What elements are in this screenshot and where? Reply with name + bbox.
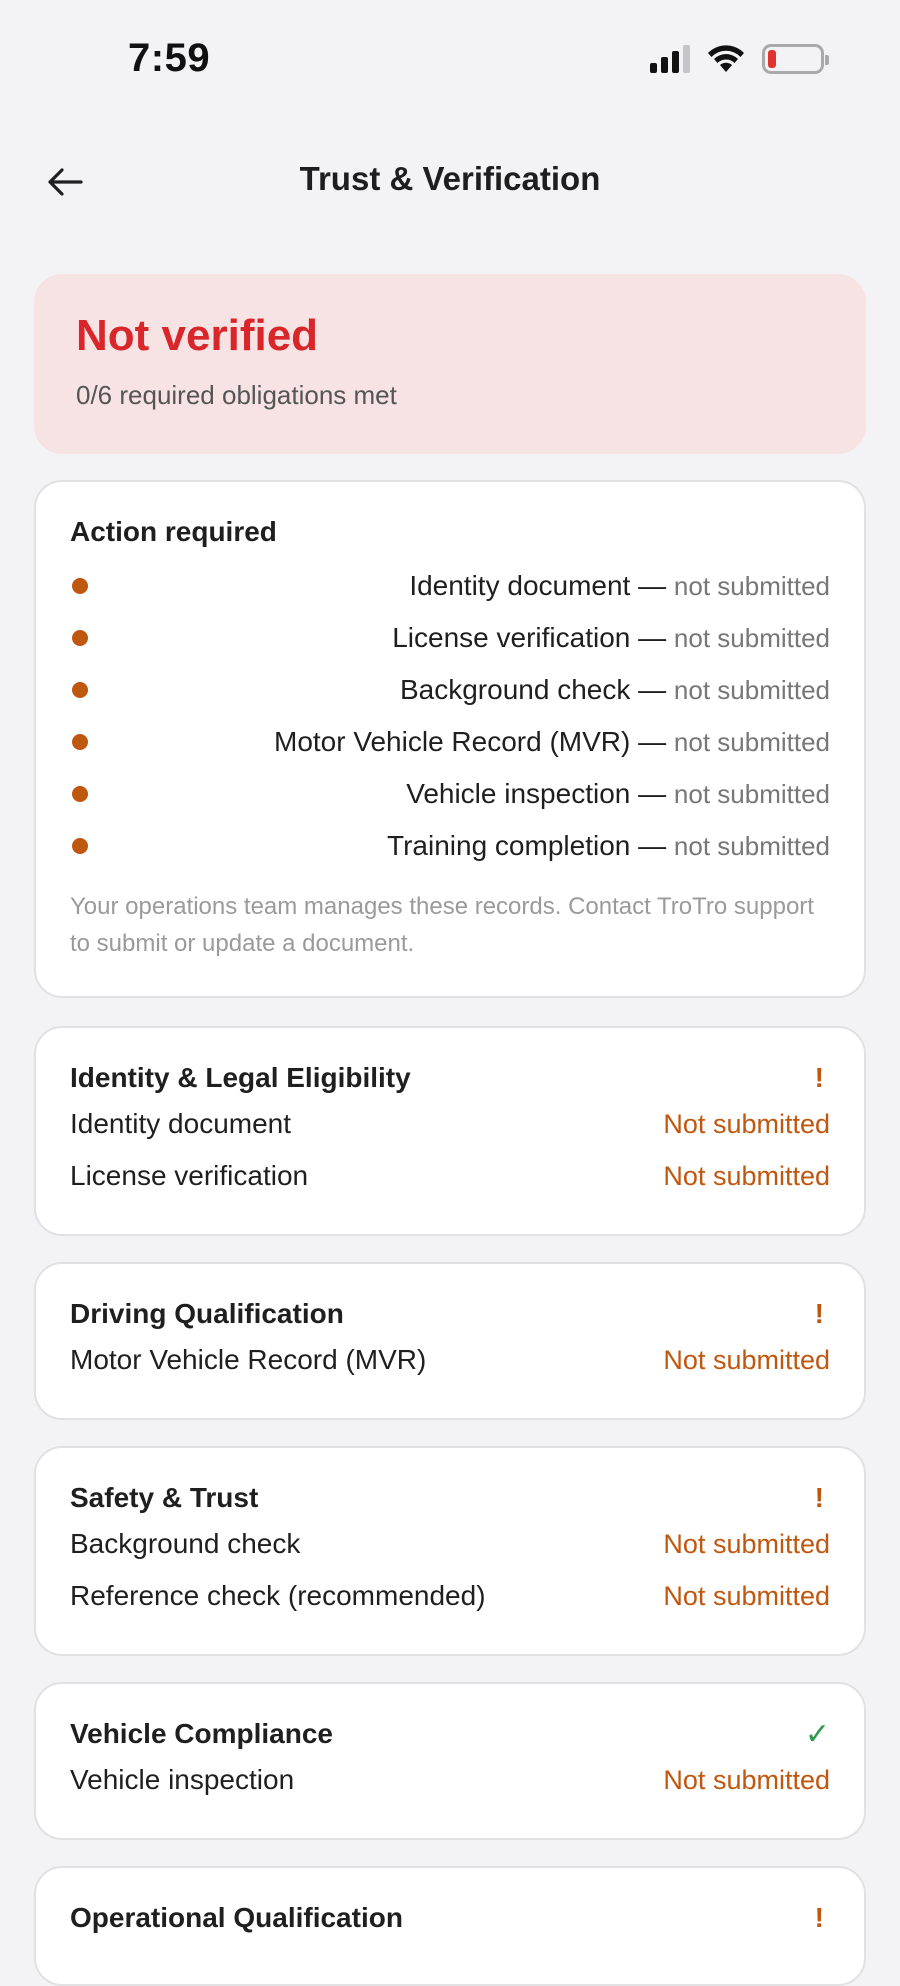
requirement-status: Not submitted <box>663 1764 830 1795</box>
cellular-signal-icon <box>650 45 690 73</box>
category-title: Vehicle Compliance <box>70 1718 333 1749</box>
category-card-driving-qualification[interactable]: Driving Qualification ! Motor Vehicle Re… <box>34 1262 866 1420</box>
action-item: Background check — not submitted <box>70 664 830 716</box>
action-item-status: not submitted <box>673 623 830 653</box>
requirement-name: Identity document <box>70 1108 292 1139</box>
action-item-label: Training completion <box>387 830 631 861</box>
status-icons <box>650 44 829 74</box>
requirement-name: Motor Vehicle Record (MVR) <box>70 1344 427 1375</box>
action-separator: — <box>630 778 674 809</box>
action-item-status: not submitted <box>673 831 830 861</box>
bullet-dot-icon <box>72 682 88 698</box>
support-note: Your operations team manages these recor… <box>70 893 814 957</box>
status-bar: 7:59 <box>0 0 900 120</box>
requirement-row: Background check Not submitted <box>70 1518 830 1570</box>
action-item: Vehicle inspection — not submitted <box>70 768 830 820</box>
action-separator: — <box>630 622 674 653</box>
battery-icon <box>762 44 829 74</box>
requirement-row: Vehicle inspection Not submitted <box>70 1754 830 1806</box>
requirement-status: Not submitted <box>663 1160 830 1191</box>
requirement-status: Not submitted <box>663 1108 830 1139</box>
requirement-row: Motor Vehicle Record (MVR) Not submitted <box>70 1334 830 1386</box>
requirement-row: Identity document Not submitted <box>70 1098 830 1150</box>
action-separator: — <box>630 570 674 601</box>
action-separator: — <box>630 674 674 705</box>
bullet-dot-icon <box>72 734 88 750</box>
requirement-name: Vehicle inspection <box>70 1764 295 1795</box>
action-item-label: License verification <box>392 622 631 653</box>
warning-icon: ! <box>814 1902 824 1933</box>
action-item-status: not submitted <box>673 675 830 705</box>
action-required-title: Action required <box>70 516 277 547</box>
bullet-dot-icon <box>72 786 88 802</box>
category-card-safety-trust[interactable]: Safety & Trust ! Background check Not su… <box>34 1446 866 1656</box>
category-card-identity-legal[interactable]: Identity & Legal Eligibility ! Identity … <box>34 1026 866 1236</box>
checkmark-icon: ✓ <box>804 1717 830 1751</box>
warning-icon: ! <box>814 1062 824 1093</box>
requirement-name: Background check <box>70 1528 301 1559</box>
action-item-status: not submitted <box>673 727 830 757</box>
action-item: License verification — not submitted <box>70 612 830 664</box>
action-item-status: not submitted <box>673 779 830 809</box>
action-item-status: not submitted <box>673 571 830 601</box>
category-card-vehicle-compliance[interactable]: Vehicle Compliance ✓ Vehicle inspection … <box>34 1682 866 1840</box>
bullet-dot-icon <box>72 578 88 594</box>
action-list: Identity document — not submitted Licens… <box>70 560 830 872</box>
category-title: Safety & Trust <box>70 1482 259 1513</box>
verification-status-title: Not verified <box>76 311 319 360</box>
requirement-status: Not submitted <box>663 1580 830 1611</box>
action-required-card: Action required Identity document — not … <box>34 480 866 998</box>
category-title: Operational Qualification <box>70 1902 403 1933</box>
category-title: Identity & Legal Eligibility <box>70 1062 411 1093</box>
requirement-row: Reference check (recommended) Not submit… <box>70 1570 830 1622</box>
warning-icon: ! <box>814 1298 824 1329</box>
requirement-status: Not submitted <box>663 1344 830 1375</box>
status-time: 7:59 <box>128 36 211 80</box>
action-item: Motor Vehicle Record (MVR) — not submitt… <box>70 716 830 768</box>
category-title: Driving Qualification <box>70 1298 344 1329</box>
nav-header: Trust & Verification <box>0 140 900 224</box>
bullet-dot-icon <box>72 630 88 646</box>
action-item: Identity document — not submitted <box>70 560 830 612</box>
action-separator: — <box>630 830 674 861</box>
category-card-operational-qualification[interactable]: Operational Qualification ! <box>34 1866 866 1986</box>
wifi-icon <box>708 45 744 72</box>
requirement-status: Not submitted <box>663 1528 830 1559</box>
action-item-label: Identity document <box>409 570 631 601</box>
bullet-dot-icon <box>72 838 88 854</box>
requirement-name: Reference check (recommended) <box>70 1580 486 1611</box>
page-title: Trust & Verification <box>299 160 601 197</box>
action-item: Training completion — not submitted <box>70 820 830 872</box>
requirement-name: License verification <box>70 1160 309 1191</box>
obligations-summary: 0/6 required obligations met <box>76 380 397 410</box>
action-separator: — <box>630 726 674 757</box>
warning-icon: ! <box>814 1482 824 1513</box>
action-item-label: Motor Vehicle Record (MVR) <box>274 726 631 757</box>
action-item-label: Vehicle inspection <box>406 778 631 809</box>
requirement-row: License verification Not submitted <box>70 1150 830 1202</box>
action-item-label: Background check <box>399 674 631 705</box>
verification-status-banner: Not verified 0/6 required obligations me… <box>34 274 866 454</box>
